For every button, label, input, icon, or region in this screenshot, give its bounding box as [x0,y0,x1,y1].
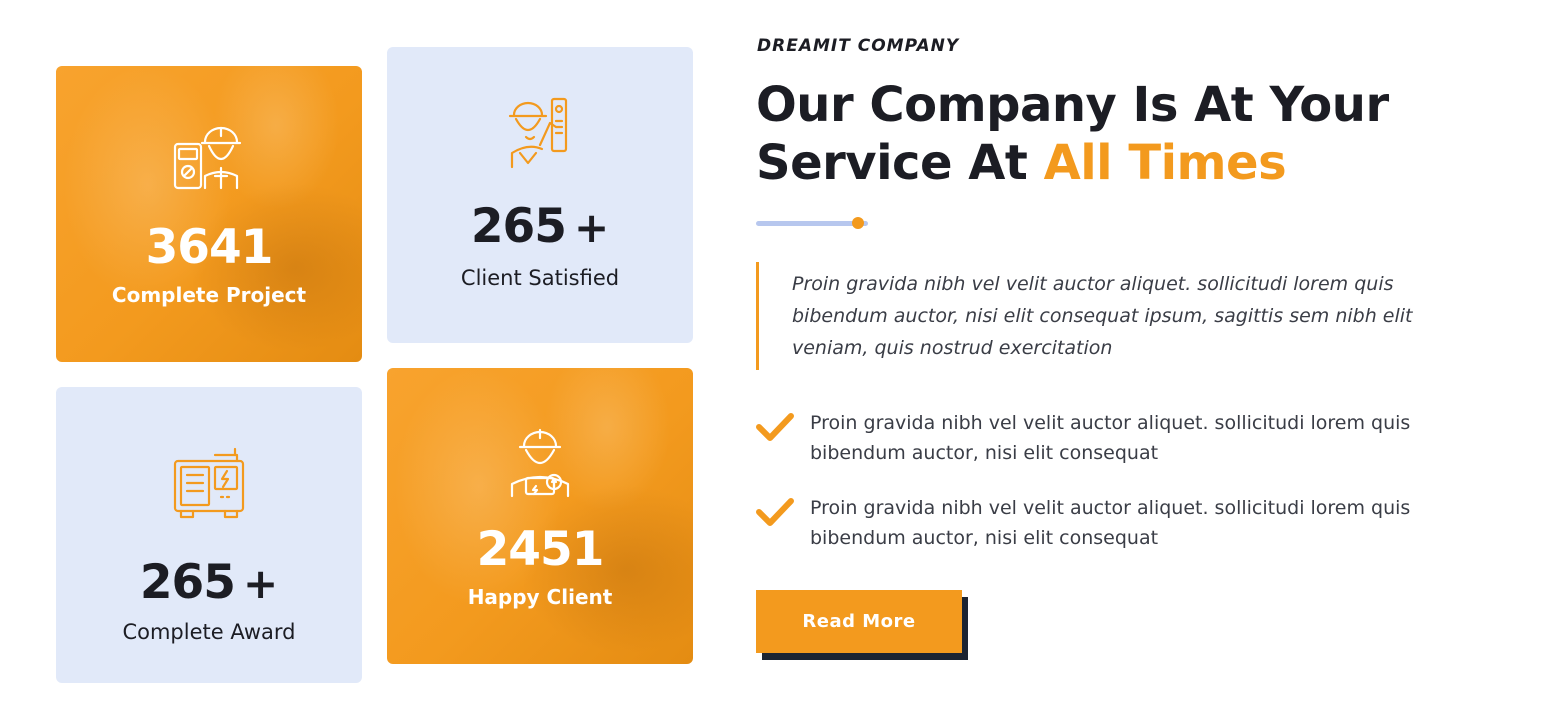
title-divider [756,217,870,229]
about-section: 3641 Complete Project 265 + Client Satis… [0,0,1553,710]
stat-card-complete-award: 265 + Complete Award [56,387,362,683]
generator-icon [173,447,245,519]
stat-number: 265 [139,555,236,610]
list-item-text: Proin gravida nibh vel velit auctor aliq… [810,412,1411,464]
stat-value-row: 2451 [476,522,605,577]
checkmark-icon [756,413,794,441]
section-eyebrow: DREAMIT COMPANY [757,36,960,56]
stat-card-happy-client: 2451 Happy Client [387,368,693,664]
stat-number: 265 [470,199,567,254]
section-title: Our Company Is At Your Service At All Ti… [756,76,1516,192]
list-item: Proin gravida nibh vel velit auctor aliq… [756,493,1456,553]
technician-panel-icon [508,97,568,169]
feature-checklist: Proin gravida nibh vel velit auctor aliq… [756,408,1456,578]
stat-plus: + [573,203,610,252]
stat-value-row: 265 + [140,559,278,606]
checkmark-icon [756,498,794,526]
electrician-multimeter-icon [173,126,242,190]
stat-number: 2451 [476,522,605,577]
stat-label: Complete Award [122,620,296,644]
title-highlight: All Times [1043,135,1287,191]
stat-card-client-satisfied: 265 + Client Satisfied [387,47,693,343]
list-item-text: Proin gravida nibh vel velit auctor aliq… [810,497,1411,549]
stat-number: 3641 [145,220,274,275]
read-more-wrapper: Read More [756,590,968,660]
read-more-button[interactable]: Read More [756,590,962,653]
stat-card-complete-project: 3641 Complete Project [56,66,362,362]
intro-quote: Proin gravida nibh vel velit auctor aliq… [756,262,1436,370]
title-line-1: Our Company Is At Your [756,77,1389,133]
stat-value-row: 265 + [471,203,609,250]
divider-dot [852,217,864,229]
title-line-2: Service At [756,135,1044,191]
stat-value-row: 3641 [145,220,274,275]
stat-label: Happy Client [467,585,613,609]
engineer-bulb-icon [510,428,570,498]
stat-label: Complete Project [111,283,307,307]
stat-plus: + [242,559,279,608]
list-item: Proin gravida nibh vel velit auctor aliq… [756,408,1456,468]
stat-label: Client Satisfied [460,266,620,290]
